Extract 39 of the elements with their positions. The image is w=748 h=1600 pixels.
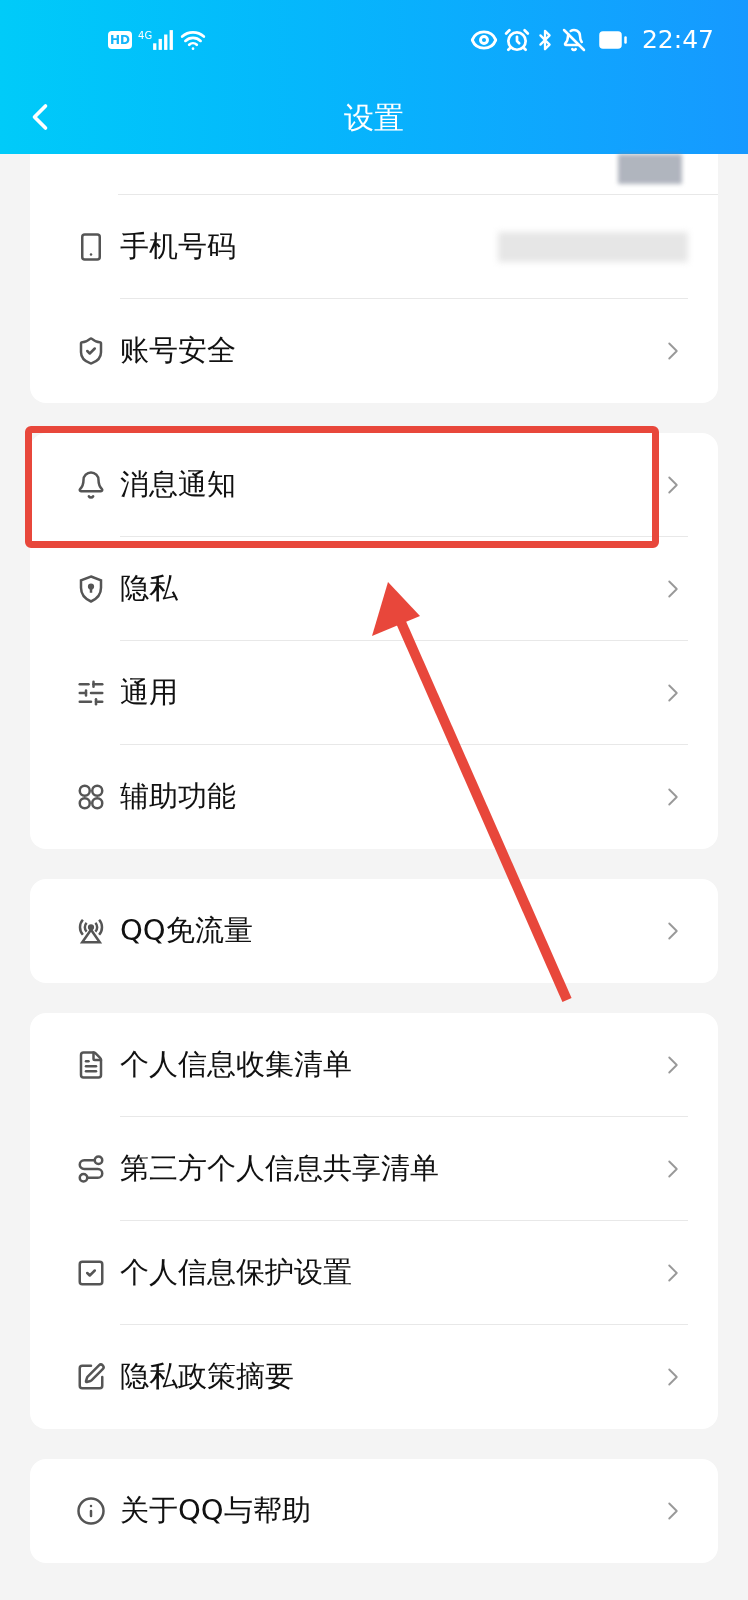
info-icon bbox=[76, 1496, 106, 1526]
row-label: 通用 bbox=[120, 673, 179, 711]
bell-off-icon bbox=[561, 28, 586, 52]
settings-row[interactable]: 账号安全 bbox=[30, 299, 718, 403]
page-title: 设置 bbox=[344, 98, 404, 137]
route-icon bbox=[76, 1154, 106, 1184]
edit-icon bbox=[76, 1362, 106, 1392]
row-label: 手机号码 bbox=[120, 227, 237, 265]
alarm-icon bbox=[503, 27, 530, 53]
row-label: 消息通知 bbox=[120, 465, 237, 503]
settings-row[interactable]: 手机号码 bbox=[30, 195, 718, 299]
settings-row[interactable]: QQ免流量 bbox=[30, 879, 718, 983]
sliders-icon bbox=[76, 678, 106, 708]
row-label: QQ免流量 bbox=[120, 912, 254, 950]
row-label: 个人信息收集清单 bbox=[120, 1045, 353, 1083]
signal-icon bbox=[152, 29, 175, 51]
settings-row[interactable]: 个人信息保护设置 bbox=[30, 1221, 718, 1325]
settings-row[interactable]: 辅助功能 bbox=[30, 745, 718, 849]
clock: 22:47 bbox=[641, 24, 714, 57]
settings-row[interactable]: 消息通知 bbox=[30, 433, 718, 537]
bell-icon bbox=[76, 470, 106, 500]
settings-row[interactable]: 关于QQ与帮助 bbox=[30, 1459, 718, 1563]
four-circles-icon bbox=[76, 782, 106, 812]
row-label: 隐私 bbox=[120, 569, 179, 607]
row-label: 账号安全 bbox=[120, 332, 237, 370]
checkbox-square-icon bbox=[76, 1258, 106, 1288]
settings-row[interactable]: 通用 bbox=[30, 641, 718, 745]
blurred-avatar bbox=[618, 154, 682, 184]
signal-tower-icon bbox=[76, 916, 106, 946]
row-label: 第三方个人信息共享清单 bbox=[120, 1149, 440, 1187]
network-label: 4G bbox=[138, 29, 153, 43]
settings-row[interactable]: 第三方个人信息共享清单 bbox=[30, 1117, 718, 1221]
row-label: 隐私政策摘要 bbox=[120, 1358, 295, 1396]
settings-row[interactable]: 隐私政策摘要 bbox=[30, 1325, 718, 1429]
row-label: 辅助功能 bbox=[120, 778, 237, 816]
row-label: 个人信息保护设置 bbox=[120, 1253, 353, 1291]
row-label: 关于QQ与帮助 bbox=[120, 1492, 312, 1530]
settings-row[interactable]: 个人信息收集清单 bbox=[30, 1013, 718, 1117]
hd-badge: HD bbox=[108, 31, 132, 49]
